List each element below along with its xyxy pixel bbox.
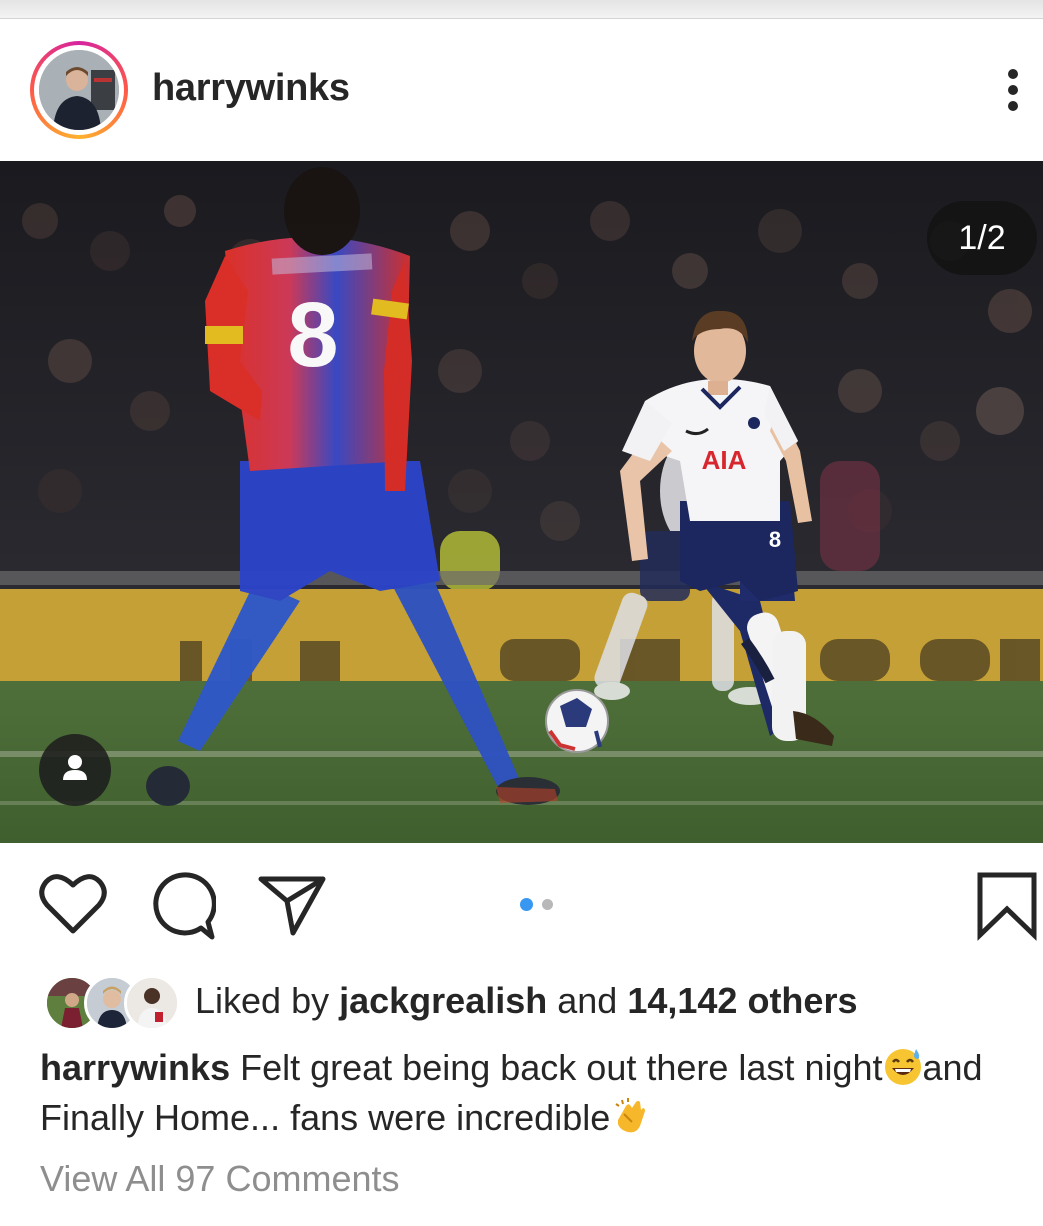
- liker-avatars[interactable]: [44, 975, 180, 1031]
- carousel-counter: 1/2: [927, 201, 1037, 275]
- post-actions: [0, 843, 1043, 963]
- sweat-smile-emoji-icon: [883, 1046, 923, 1086]
- comment-icon[interactable]: [150, 871, 217, 941]
- avatar: [124, 975, 180, 1031]
- post-photo[interactable]: AIA 8 8 1/2: [0, 161, 1043, 843]
- carousel-indicator: [520, 898, 560, 914]
- likes-connector: and: [557, 980, 618, 1021]
- share-send-icon[interactable]: [257, 871, 327, 937]
- football: [545, 689, 609, 753]
- tagged-people-button[interactable]: [39, 734, 111, 806]
- football-match-photo: AIA 8 8: [0, 161, 1043, 843]
- view-all-comments-link[interactable]: View All 97 Comments: [40, 1158, 400, 1200]
- status-bar-edge: [0, 0, 1043, 19]
- post-header: harrywinks: [0, 19, 1043, 161]
- liker-username[interactable]: jackgrealish: [339, 980, 547, 1021]
- likes-summary[interactable]: Liked by jackgrealish and 14,142 others: [195, 980, 857, 1022]
- avatar[interactable]: [39, 50, 119, 130]
- jersey-number: 8: [287, 284, 338, 386]
- carousel-dot: [542, 899, 553, 910]
- likes-row: Liked by jackgrealish and 14,142 others: [0, 972, 1043, 1032]
- carousel-dot-active: [520, 898, 533, 911]
- like-heart-icon[interactable]: [38, 871, 108, 937]
- clapping-hands-emoji-icon: [610, 1096, 650, 1136]
- shorts-number: 8: [769, 527, 781, 552]
- more-options-icon[interactable]: [996, 65, 1032, 115]
- sponsor-text: AIA: [702, 445, 747, 475]
- save-bookmark-icon[interactable]: [976, 871, 1038, 941]
- caption-username[interactable]: harrywinks: [40, 1047, 230, 1088]
- story-ring[interactable]: [30, 41, 128, 139]
- likes-count[interactable]: 14,142 others: [627, 980, 857, 1021]
- caption-text-1: Felt great being back out there last nig…: [240, 1047, 883, 1088]
- post-caption: harrywinks Felt great being back out the…: [40, 1043, 1030, 1143]
- post-username[interactable]: harrywinks: [152, 67, 350, 110]
- likes-prefix: Liked by: [195, 980, 330, 1021]
- person-icon: [63, 755, 87, 780]
